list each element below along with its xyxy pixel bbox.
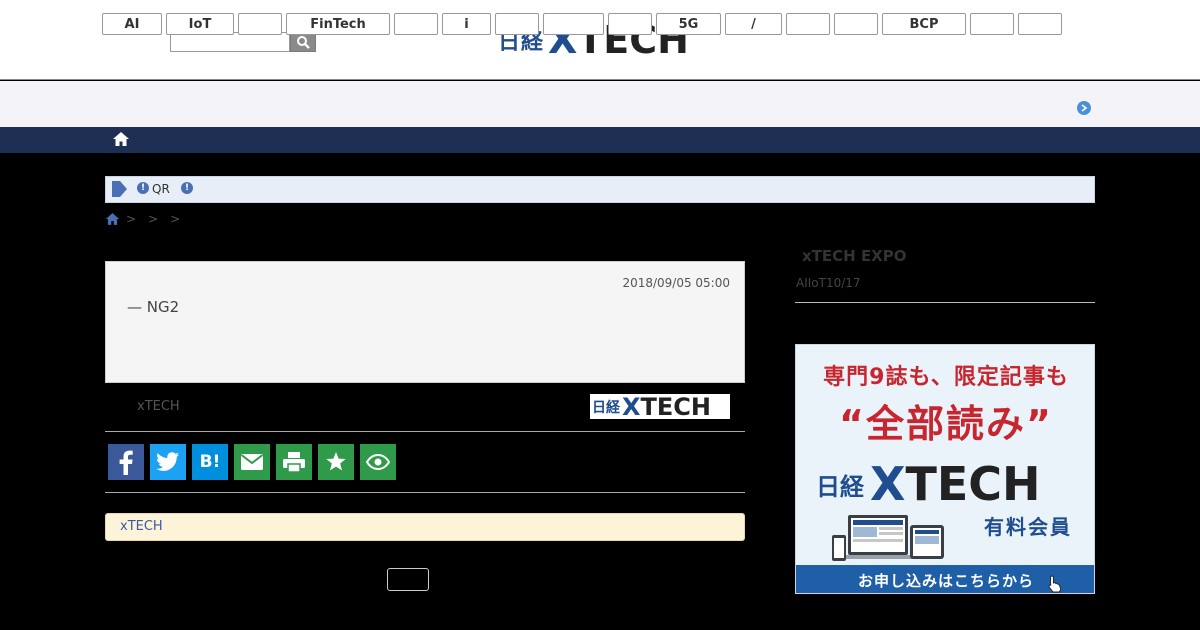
eye-icon	[366, 454, 390, 470]
devices-image	[832, 515, 944, 561]
tag-item[interactable]	[834, 13, 878, 35]
star-icon	[326, 452, 346, 471]
breadcrumb-separator: >	[148, 212, 159, 226]
tag-item[interactable]	[394, 13, 438, 35]
twitter-icon	[156, 452, 179, 471]
share-readlater-button[interactable]	[360, 444, 396, 480]
notice-qr-label[interactable]: QR	[152, 182, 170, 196]
search-icon	[297, 36, 310, 49]
tag-item[interactable]: FinTech	[286, 13, 390, 35]
tag-item[interactable]: i	[442, 13, 491, 35]
source-logo: 日経 XTECH	[590, 393, 730, 421]
tag-item[interactable]	[970, 13, 1014, 35]
source-text: xTECH	[137, 399, 180, 414]
ad-headline: 専門9誌も、限定記事も	[823, 365, 1069, 390]
sidebar-subtitle: AIIoT10/17	[796, 276, 861, 290]
breadcrumb: > > >	[105, 211, 186, 227]
share-print-button[interactable]	[276, 444, 312, 480]
ad-logo: 日経 XTECH	[816, 457, 1041, 511]
share-facebook-button[interactable]	[108, 444, 144, 480]
tag-next-button[interactable]	[1077, 101, 1091, 115]
member-note-text: xTECH	[120, 519, 163, 534]
share-divider	[105, 492, 745, 493]
share-bookmark-button[interactable]	[318, 444, 354, 480]
main-nav	[0, 127, 1200, 153]
search-input[interactable]	[170, 32, 290, 52]
mail-icon	[240, 454, 264, 470]
subscription-ad-banner[interactable]: 専門9誌も、限定記事も “全部読み” 日経 XTECH 有料会員 お申し込みはこ…	[795, 344, 1095, 594]
chevron-right-icon	[1081, 104, 1088, 112]
article-source-row: xTECH 日経 XTECH	[105, 384, 745, 432]
tag-item[interactable]	[495, 13, 539, 35]
info-icon: !	[137, 182, 149, 194]
tag-item[interactable]: BCP	[882, 13, 966, 35]
breadcrumb-separator: >	[126, 212, 137, 226]
print-icon	[283, 452, 305, 473]
search-button[interactable]	[290, 32, 316, 52]
tag-bar	[0, 81, 1200, 127]
notice-bar	[105, 176, 1095, 203]
tag-item[interactable]: AI	[102, 13, 162, 35]
tag-item[interactable]	[608, 13, 652, 35]
sidebar-divider	[795, 302, 1095, 303]
home-nav-button[interactable]	[112, 131, 130, 147]
ad-member-label: 有料会員	[984, 515, 1072, 539]
home-icon	[113, 132, 129, 146]
article-date: 2018/09/05 05:00	[622, 276, 730, 290]
notice-arrow-icon	[110, 180, 128, 198]
breadcrumb-separator: >	[170, 212, 181, 226]
sidebar-title[interactable]: xTECH EXPO	[802, 247, 907, 265]
breadcrumb-home-icon[interactable]	[105, 212, 120, 226]
hatena-icon: B!	[199, 452, 221, 472]
share-twitter-button[interactable]	[150, 444, 186, 480]
tag-item[interactable]: 5G	[656, 13, 721, 35]
tag-item[interactable]	[1018, 13, 1062, 35]
hand-cursor-icon	[1048, 575, 1062, 593]
facebook-icon	[119, 450, 133, 475]
tag-item[interactable]: IoT	[166, 13, 234, 35]
ad-tagline: “全部読み”	[839, 402, 1053, 446]
share-mail-button[interactable]	[234, 444, 270, 480]
tag-item[interactable]	[786, 13, 830, 35]
tag-item[interactable]	[238, 13, 282, 35]
tag-item[interactable]: /	[725, 13, 782, 35]
more-button[interactable]	[387, 568, 429, 591]
member-note[interactable]: xTECH	[105, 513, 745, 541]
article-subtitle: — NG2	[127, 298, 180, 316]
share-hatena-button[interactable]: B!	[192, 444, 228, 480]
info-icon: !	[181, 182, 193, 194]
tag-item[interactable]	[543, 13, 604, 35]
article-card: 2018/09/05 05:00 — NG2	[105, 261, 745, 383]
